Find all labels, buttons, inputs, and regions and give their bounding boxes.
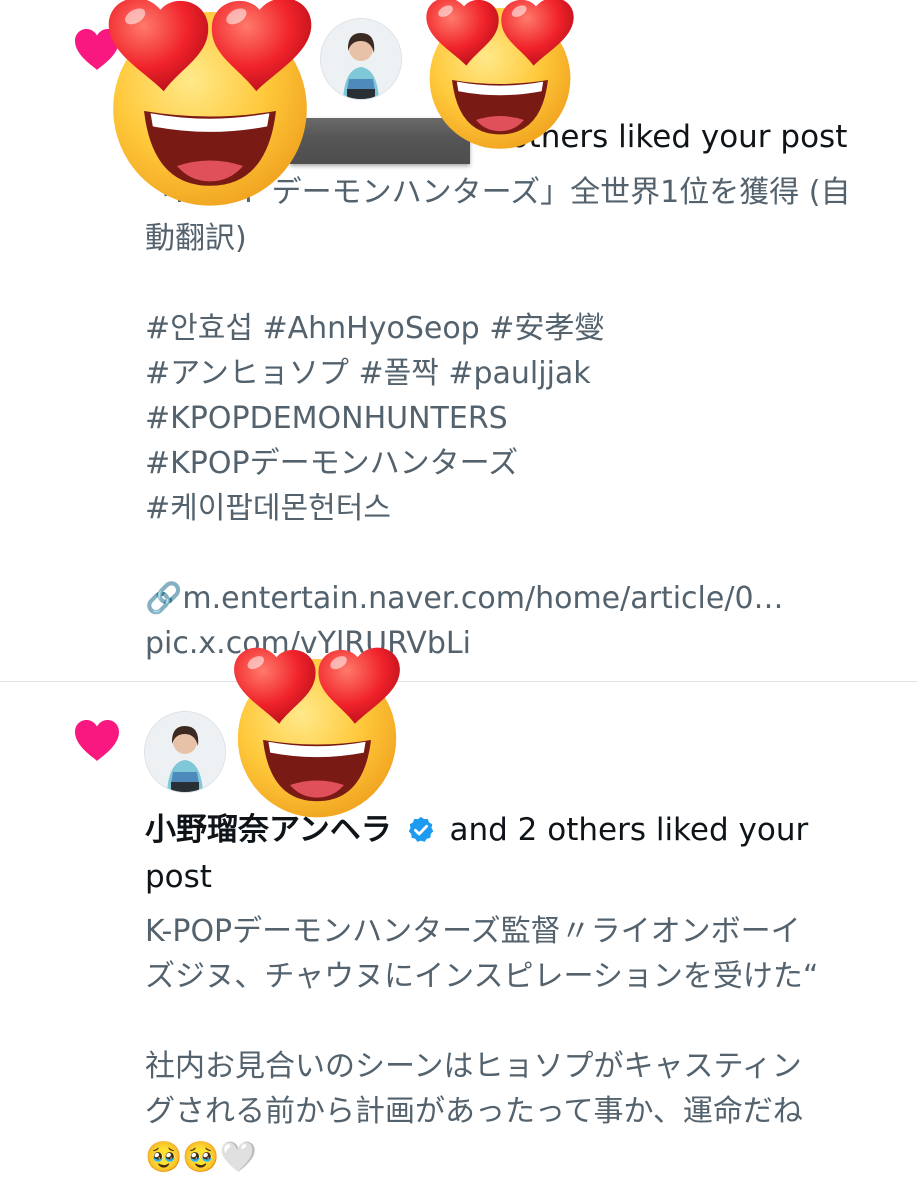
heart-eyes-emoji-sticker [408,0,592,152]
hashtag-line[interactable]: #KPOPDEMONHUNTERS [145,396,508,441]
post-preview-line: K-POPデーモンハンターズ監督〃ライオンボーイ [145,914,801,949]
heart-eyes-emoji-sticker [92,0,328,210]
heart-icon [73,719,121,763]
hashtag-line[interactable]: #アンヒョソプ #폴짝 #pauljjak [145,351,591,396]
notification-item[interactable]: 小野瑠奈アンヘラ and 2 others liked your post K-… [0,683,917,1200]
heading-suffix-cont: post [145,859,212,895]
post-preview-line: 社内お見合いのシーンはヒョソプがキャスティン [145,1049,802,1084]
post-preview-line: 動翻訳) [145,221,247,256]
avatar[interactable] [144,711,226,793]
post-preview-line: グされる前から計画があったって事か、運命だね [145,1094,803,1129]
divider [0,681,917,682]
post-preview-emoji-line: 🥹🥹🤍 [145,1140,258,1175]
heading-suffix: and 2 others liked your [449,812,809,848]
post-preview-line: ズジヌ、チャウヌにインスピレーションを受けた“ [145,959,819,994]
heart-eyes-emoji-sticker [222,641,412,821]
hashtag-line[interactable]: #케이팝데몬헌터스 [145,486,391,531]
hashtag-line[interactable]: #안효섭 #AhnHyoSeop #安孝燮 [145,306,604,351]
notification-item[interactable]: 3 others liked your post 「K-POP デーモンハンター… [0,0,917,680]
avatar[interactable] [320,18,402,100]
article-link[interactable]: 🔗m.entertain.naver.com/home/article/0… [145,576,784,621]
hashtag-line[interactable]: #KPOPデーモンハンターズ [145,441,518,486]
